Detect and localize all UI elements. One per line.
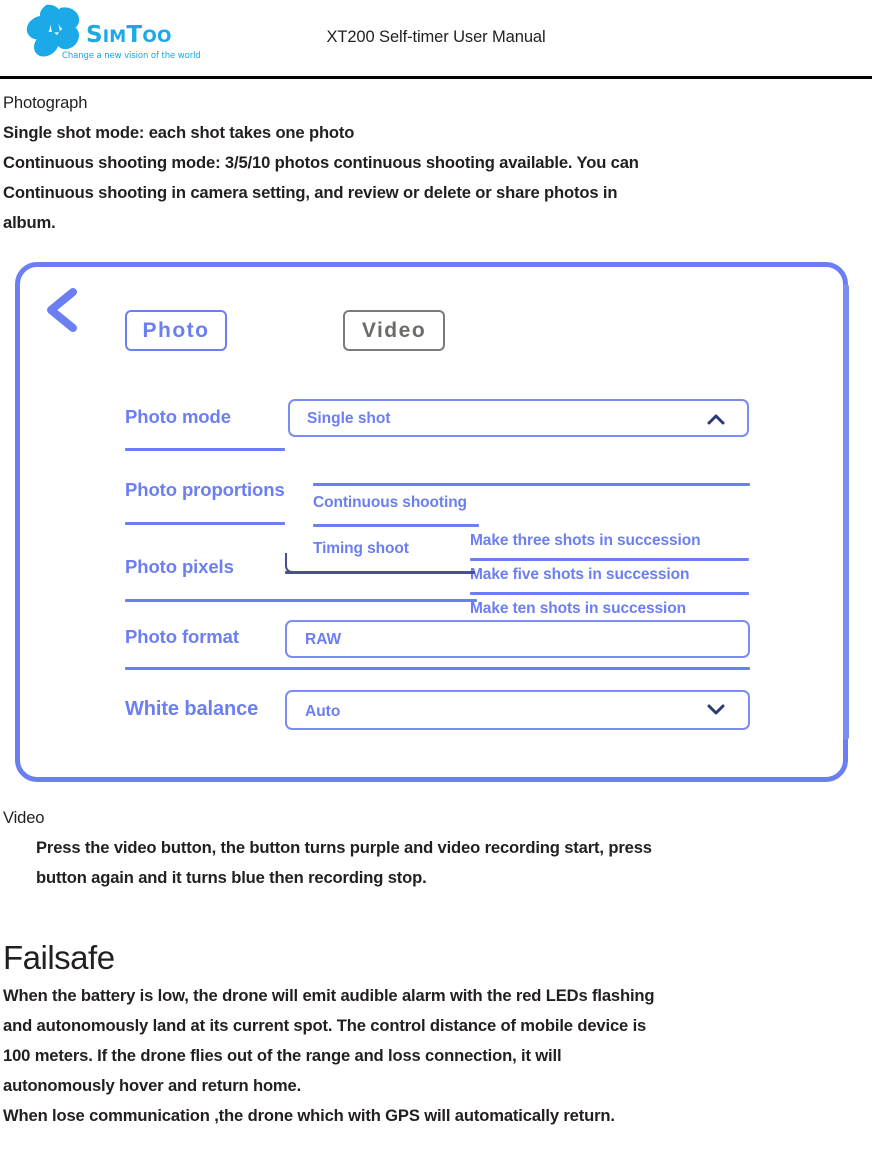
paragraph-line: album.: [3, 213, 56, 232]
header-divider: [0, 76, 872, 79]
option-make-three-shots[interactable]: Make three shots in succession: [470, 532, 701, 550]
option-continuous-shooting[interactable]: Continuous shooting: [313, 494, 467, 512]
label-photo-mode: Photo mode: [125, 406, 231, 427]
paragraph-line: and autonomously land at its current spo…: [3, 1016, 647, 1035]
paragraph-line: Press the video button, the button turns…: [36, 838, 652, 857]
camera-settings-screenshot: Photo Video Photo mode Single shot Photo…: [13, 258, 849, 788]
label-photo-proportions: Photo proportions: [125, 479, 285, 500]
paragraph-line: autonomously hover and return home.: [3, 1076, 302, 1095]
select-white-balance-value: Auto: [305, 703, 341, 720]
select-photo-mode-value: Single shot: [307, 410, 391, 427]
option-timing-shoot[interactable]: Timing shoot: [313, 540, 409, 558]
paragraph-line: When lose communication ,the drone which…: [3, 1106, 615, 1125]
document-page: SIMTOO Change a new vision of the world …: [0, 0, 872, 1156]
label-white-balance: White balance: [125, 698, 259, 720]
paragraph-line: When the battery is low, the drone will …: [3, 986, 655, 1005]
paragraph-line: Continuous shooting mode: 3/5/10 photos …: [3, 153, 639, 172]
video-section: Video Press the video button, the button…: [3, 803, 869, 893]
paragraph-line: 100 meters. If the drone flies out of th…: [3, 1046, 562, 1065]
page-title: XT200 Self-timer User Manual: [326, 28, 546, 46]
label-photo-pixels: Photo pixels: [125, 556, 234, 577]
select-photo-format[interactable]: [285, 620, 750, 658]
underline-photo-mode: [125, 448, 285, 451]
dropdown-rule-top: [313, 483, 750, 486]
heading-video: Video: [3, 808, 45, 827]
underline-photo-format: [125, 667, 750, 670]
back-chevron-icon[interactable]: [39, 284, 83, 336]
chevron-up-icon[interactable]: [706, 413, 726, 426]
suboption-rule-2: [470, 592, 749, 595]
logo-tagline: Change a new vision of the world: [62, 51, 201, 61]
underline-photo-pixels: [125, 599, 477, 602]
paragraph-line: button again and it turns blue then reco…: [36, 868, 427, 887]
heading-photograph: Photograph: [3, 93, 88, 112]
dropdown-rule-mid: [313, 524, 479, 527]
underline-photo-proportions: [125, 522, 285, 525]
tab-video-label: Video: [361, 318, 427, 342]
option-make-five-shots[interactable]: Make five shots in succession: [470, 566, 689, 584]
suboption-rule-1: [470, 558, 749, 561]
tab-photo-label: Photo: [142, 318, 210, 342]
label-photo-format: Photo format: [125, 626, 239, 647]
option-make-ten-shots[interactable]: Make ten shots in succession: [470, 600, 686, 618]
select-photo-pixels-bottom-edge: [285, 571, 475, 574]
paragraph-line: Single shot mode: each shot takes one ph…: [3, 123, 355, 142]
photograph-section: Photograph Single shot mode: each shot t…: [3, 88, 869, 238]
paragraph-line: Continuous shooting in camera setting, a…: [3, 183, 618, 202]
vertical-scrollbar[interactable]: [843, 284, 849, 740]
select-white-balance[interactable]: [285, 690, 750, 730]
select-photo-pixels-corner-left[interactable]: [285, 553, 307, 573]
tab-photo[interactable]: Photo: [125, 310, 227, 351]
document-header: SIMTOO Change a new vision of the world …: [0, 0, 872, 79]
chevron-down-icon[interactable]: [706, 703, 726, 716]
failsafe-section: Failsafe When the battery is low, the dr…: [3, 935, 869, 1131]
tab-video[interactable]: Video: [343, 310, 445, 351]
select-photo-format-value: RAW: [305, 631, 342, 648]
heading-failsafe: Failsafe: [3, 939, 115, 976]
